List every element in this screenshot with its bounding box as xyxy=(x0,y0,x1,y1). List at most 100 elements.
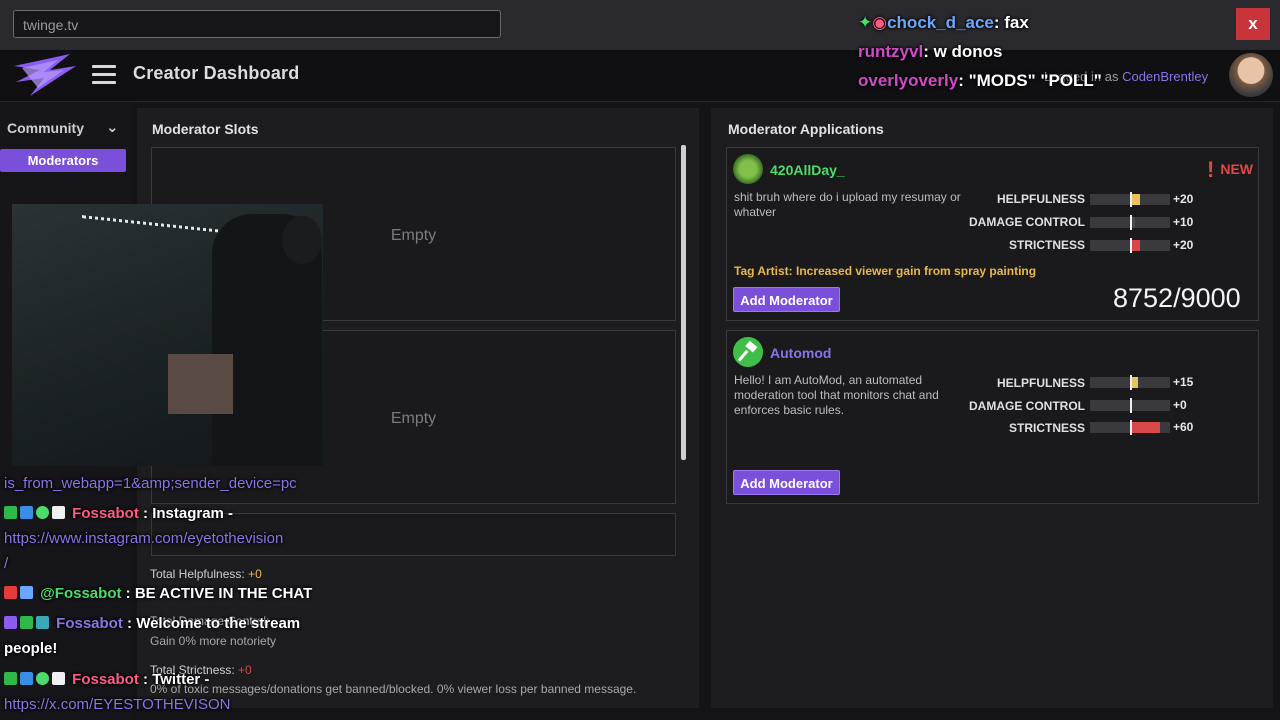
url-input[interactable]: twinge.tv xyxy=(13,10,501,38)
sidebar-item-moderators[interactable]: Moderators xyxy=(0,149,126,172)
pencil-icon xyxy=(20,616,33,629)
chat-message: : Twitter - xyxy=(138,671,210,688)
screen: twinge.tv x Creator Dashboard Logged in … xyxy=(0,0,1280,720)
chat-message: people! xyxy=(4,640,58,657)
damage-control-bar xyxy=(1090,398,1170,413)
logged-in-username[interactable]: CodenBrentley xyxy=(1122,69,1208,84)
chat-link[interactable]: https://www.instagram.com/eyetothevision xyxy=(4,530,283,547)
chat-username: Fossabot xyxy=(56,615,123,632)
badge-icon xyxy=(20,672,33,685)
overlay-chat-line: https://x.com/EYESTOTHEVISON xyxy=(4,696,230,713)
browser-bar: twinge.tv xyxy=(0,0,1280,50)
overlay-chat-line: people! xyxy=(4,640,57,657)
chat-link[interactable]: / xyxy=(4,555,8,572)
chat-message: : BE ACTIVE IN THE CHAT xyxy=(121,585,313,602)
chat-username: chock_d_ace xyxy=(887,13,994,32)
badge-icon xyxy=(20,506,33,519)
strictness-value: +60 xyxy=(1173,420,1194,434)
notoriety-text: Gain 0% more notoriety xyxy=(150,634,277,648)
bot-icon xyxy=(52,672,65,685)
chat-message: : fax xyxy=(993,13,1029,32)
bot-icon xyxy=(36,616,49,629)
add-moderator-button[interactable]: Add Moderator xyxy=(733,287,840,312)
chat-username: Fossabot xyxy=(72,671,139,688)
total-helpfulness-value: +0 xyxy=(248,567,262,581)
twinge-logo[interactable] xyxy=(10,52,80,98)
weed-leaf-icon xyxy=(733,154,763,184)
new-badge-label: NEW xyxy=(1220,161,1253,177)
chat-badge-icon: ◉ xyxy=(872,13,888,32)
applicant-name: 420AllDay_ xyxy=(770,162,845,178)
strictness-bar xyxy=(1090,420,1170,435)
wrench-icon xyxy=(20,586,33,599)
twitch-icon xyxy=(4,616,17,629)
overlay-chat-line: https://www.instagram.com/eyetothevision xyxy=(4,530,283,547)
bot-icon xyxy=(52,506,65,519)
applicant-name: Automod xyxy=(770,345,832,361)
strictness-bar xyxy=(1090,238,1170,253)
damage-control-bar xyxy=(1090,215,1170,230)
moderator-slots-title: Moderator Slots xyxy=(152,121,259,137)
stat-label-damage-control: DAMAGE CONTROL xyxy=(969,399,1085,413)
sidebar-section-community[interactable]: Community xyxy=(7,120,84,136)
chat-message: : w donos xyxy=(923,42,1003,61)
helpfulness-value: +15 xyxy=(1173,375,1194,389)
scrollbar[interactable] xyxy=(681,145,686,460)
webcam-overlay xyxy=(12,204,323,466)
chat-username: @Fossabot xyxy=(40,585,122,602)
avatar[interactable] xyxy=(1229,53,1273,97)
overlay-chat-message: @Fossabot : BE ACTIVE IN THE CHAT xyxy=(4,585,312,602)
strictness-value: +20 xyxy=(1173,238,1194,252)
total-helpfulness: Total Helpfulness: +0 xyxy=(150,567,262,581)
damage-control-value: +10 xyxy=(1173,215,1194,229)
moderator-applications-title: Moderator Applications xyxy=(728,121,884,137)
application-score: 8752/9000 xyxy=(1113,283,1241,313)
applicant-description: shit bruh where do i upload my resumay o… xyxy=(734,190,961,219)
overlay-chat-message: ✦◉chock_d_ace: fax xyxy=(858,13,1029,33)
stat-label-helpfulness: HELPFULNESS xyxy=(996,376,1085,390)
damage-control-value: +0 xyxy=(1173,398,1187,412)
strictness-description: 0% of toxic messages/donations get banne… xyxy=(150,682,637,696)
chat-username: Fossabot xyxy=(72,505,139,522)
menu-icon[interactable] xyxy=(92,65,116,85)
applicant-description: Hello! I am AutoMod, an automated modera… xyxy=(734,373,939,417)
add-moderator-button[interactable]: Add Moderator xyxy=(733,470,840,495)
hammer-icon xyxy=(733,337,763,367)
kick-icon xyxy=(4,506,17,519)
helpfulness-value: +20 xyxy=(1173,192,1194,206)
stat-label-damage-control: DAMAGE CONTROL xyxy=(969,215,1085,229)
overlay-chat-message: runtzyvl: w donos xyxy=(858,42,1003,62)
chat-message: : "MODS" "POLL" xyxy=(958,71,1102,90)
overlay-chat-line: is_from_webapp=1&amp;sender_device=pc xyxy=(4,475,297,492)
stat-label-strictness: STRICTNESS xyxy=(1008,421,1085,435)
overlay-chat-message: Fossabot : Twitter - xyxy=(4,671,209,688)
chevron-down-icon[interactable]: ⌄ xyxy=(106,118,119,136)
overlay-chat-line: / xyxy=(4,555,8,572)
overlay-chat-message: Fossabot : Instagram - xyxy=(4,505,233,522)
verified-icon xyxy=(36,506,49,519)
chat-message: : Welcome to the stream xyxy=(122,615,301,632)
stat-label-strictness: STRICTNESS xyxy=(1008,238,1085,252)
total-strictness-value: +0 xyxy=(238,663,252,677)
hammer-glyph xyxy=(737,340,758,362)
chat-username: runtzyvl xyxy=(858,42,924,61)
ceiling-light xyxy=(82,204,232,234)
chat-username: overlyoverly xyxy=(858,71,959,90)
helpfulness-bar xyxy=(1090,192,1170,207)
new-badge: ! NEW xyxy=(1207,157,1253,183)
close-button[interactable]: x xyxy=(1236,8,1270,40)
applicant-tag: Tag Artist: Increased viewer gain from s… xyxy=(734,264,1037,278)
chat-message: : Instagram - xyxy=(138,505,234,522)
total-helpfulness-label: Total Helpfulness: xyxy=(150,567,249,581)
chat-link[interactable]: https://x.com/EYESTOTHEVISON xyxy=(4,696,230,713)
stat-label-helpfulness: HELPFULNESS xyxy=(996,192,1085,206)
chat-badge-icon: ✦ xyxy=(858,13,873,32)
overlay-chat-message: Fossabot : Welcome to the stream xyxy=(4,615,300,632)
page-title: Creator Dashboard xyxy=(133,63,300,83)
kick-icon xyxy=(4,672,17,685)
streamer-head xyxy=(282,216,322,264)
youtube-icon xyxy=(4,586,17,599)
verified-icon xyxy=(36,672,49,685)
helpfulness-bar xyxy=(1090,375,1170,390)
chat-link[interactable]: is_from_webapp=1&amp;sender_device=pc xyxy=(4,475,297,492)
